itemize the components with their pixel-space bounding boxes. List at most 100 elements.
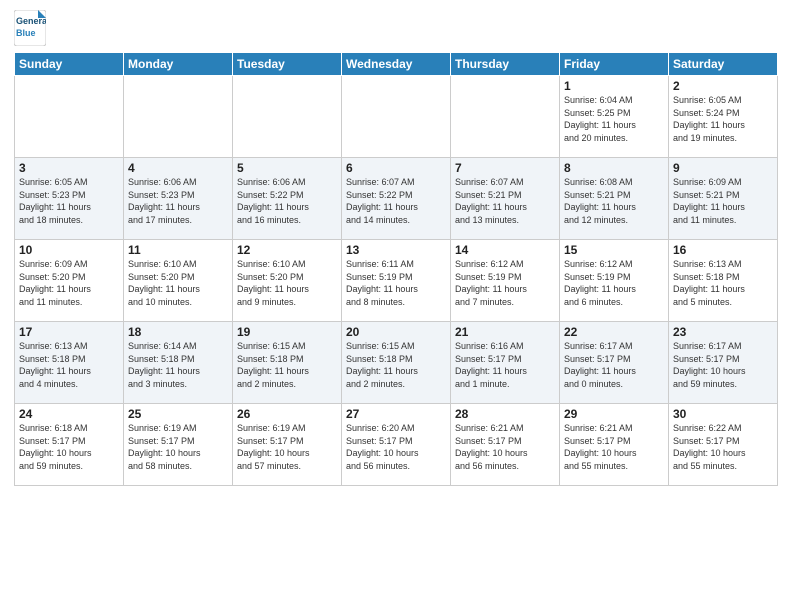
day-info: Sunrise: 6:10 AM Sunset: 5:20 PM Dayligh…: [128, 258, 228, 308]
col-header-saturday: Saturday: [669, 53, 778, 76]
day-info: Sunrise: 6:09 AM Sunset: 5:20 PM Dayligh…: [19, 258, 119, 308]
day-number: 10: [19, 243, 119, 257]
logo-icon: General Blue: [14, 10, 46, 46]
col-header-thursday: Thursday: [451, 53, 560, 76]
day-number: 14: [455, 243, 555, 257]
logo: General Blue: [14, 10, 46, 46]
calendar-cell: [342, 76, 451, 158]
calendar-week-row: 3Sunrise: 6:05 AM Sunset: 5:23 PM Daylig…: [15, 158, 778, 240]
day-number: 8: [564, 161, 664, 175]
day-number: 12: [237, 243, 337, 257]
day-info: Sunrise: 6:15 AM Sunset: 5:18 PM Dayligh…: [346, 340, 446, 390]
day-info: Sunrise: 6:09 AM Sunset: 5:21 PM Dayligh…: [673, 176, 773, 226]
logo-box: General Blue: [14, 10, 46, 46]
col-header-wednesday: Wednesday: [342, 53, 451, 76]
calendar-cell: 21Sunrise: 6:16 AM Sunset: 5:17 PM Dayli…: [451, 322, 560, 404]
calendar-cell: 9Sunrise: 6:09 AM Sunset: 5:21 PM Daylig…: [669, 158, 778, 240]
day-number: 1: [564, 79, 664, 93]
calendar-cell: 8Sunrise: 6:08 AM Sunset: 5:21 PM Daylig…: [560, 158, 669, 240]
day-number: 21: [455, 325, 555, 339]
calendar-cell: 23Sunrise: 6:17 AM Sunset: 5:17 PM Dayli…: [669, 322, 778, 404]
calendar-cell: 13Sunrise: 6:11 AM Sunset: 5:19 PM Dayli…: [342, 240, 451, 322]
day-info: Sunrise: 6:11 AM Sunset: 5:19 PM Dayligh…: [346, 258, 446, 308]
day-info: Sunrise: 6:19 AM Sunset: 5:17 PM Dayligh…: [128, 422, 228, 472]
day-info: Sunrise: 6:13 AM Sunset: 5:18 PM Dayligh…: [673, 258, 773, 308]
calendar-cell: 3Sunrise: 6:05 AM Sunset: 5:23 PM Daylig…: [15, 158, 124, 240]
day-number: 30: [673, 407, 773, 421]
day-number: 15: [564, 243, 664, 257]
day-info: Sunrise: 6:21 AM Sunset: 5:17 PM Dayligh…: [564, 422, 664, 472]
day-info: Sunrise: 6:21 AM Sunset: 5:17 PM Dayligh…: [455, 422, 555, 472]
col-header-friday: Friday: [560, 53, 669, 76]
day-number: 18: [128, 325, 228, 339]
day-info: Sunrise: 6:19 AM Sunset: 5:17 PM Dayligh…: [237, 422, 337, 472]
calendar-cell: 20Sunrise: 6:15 AM Sunset: 5:18 PM Dayli…: [342, 322, 451, 404]
calendar-cell: 7Sunrise: 6:07 AM Sunset: 5:21 PM Daylig…: [451, 158, 560, 240]
page: General Blue SundayMondayTuesdayWednesda…: [0, 0, 792, 494]
calendar-week-row: 17Sunrise: 6:13 AM Sunset: 5:18 PM Dayli…: [15, 322, 778, 404]
day-number: 4: [128, 161, 228, 175]
day-info: Sunrise: 6:10 AM Sunset: 5:20 PM Dayligh…: [237, 258, 337, 308]
day-info: Sunrise: 6:08 AM Sunset: 5:21 PM Dayligh…: [564, 176, 664, 226]
day-info: Sunrise: 6:07 AM Sunset: 5:22 PM Dayligh…: [346, 176, 446, 226]
calendar-cell: 26Sunrise: 6:19 AM Sunset: 5:17 PM Dayli…: [233, 404, 342, 486]
calendar-cell: [15, 76, 124, 158]
day-info: Sunrise: 6:17 AM Sunset: 5:17 PM Dayligh…: [673, 340, 773, 390]
calendar-cell: 24Sunrise: 6:18 AM Sunset: 5:17 PM Dayli…: [15, 404, 124, 486]
calendar-week-row: 1Sunrise: 6:04 AM Sunset: 5:25 PM Daylig…: [15, 76, 778, 158]
day-info: Sunrise: 6:05 AM Sunset: 5:24 PM Dayligh…: [673, 94, 773, 144]
calendar-cell: 17Sunrise: 6:13 AM Sunset: 5:18 PM Dayli…: [15, 322, 124, 404]
day-number: 20: [346, 325, 446, 339]
day-number: 19: [237, 325, 337, 339]
header: General Blue: [14, 10, 778, 46]
day-info: Sunrise: 6:18 AM Sunset: 5:17 PM Dayligh…: [19, 422, 119, 472]
calendar-cell: [233, 76, 342, 158]
calendar-cell: 11Sunrise: 6:10 AM Sunset: 5:20 PM Dayli…: [124, 240, 233, 322]
calendar-cell: 14Sunrise: 6:12 AM Sunset: 5:19 PM Dayli…: [451, 240, 560, 322]
col-header-sunday: Sunday: [15, 53, 124, 76]
day-number: 28: [455, 407, 555, 421]
day-info: Sunrise: 6:05 AM Sunset: 5:23 PM Dayligh…: [19, 176, 119, 226]
day-number: 23: [673, 325, 773, 339]
day-number: 26: [237, 407, 337, 421]
day-info: Sunrise: 6:12 AM Sunset: 5:19 PM Dayligh…: [564, 258, 664, 308]
calendar-cell: 12Sunrise: 6:10 AM Sunset: 5:20 PM Dayli…: [233, 240, 342, 322]
col-header-monday: Monday: [124, 53, 233, 76]
calendar-cell: 2Sunrise: 6:05 AM Sunset: 5:24 PM Daylig…: [669, 76, 778, 158]
calendar-week-row: 24Sunrise: 6:18 AM Sunset: 5:17 PM Dayli…: [15, 404, 778, 486]
day-number: 16: [673, 243, 773, 257]
day-number: 27: [346, 407, 446, 421]
day-number: 22: [564, 325, 664, 339]
day-number: 5: [237, 161, 337, 175]
calendar-cell: 4Sunrise: 6:06 AM Sunset: 5:23 PM Daylig…: [124, 158, 233, 240]
day-info: Sunrise: 6:15 AM Sunset: 5:18 PM Dayligh…: [237, 340, 337, 390]
calendar-cell: 15Sunrise: 6:12 AM Sunset: 5:19 PM Dayli…: [560, 240, 669, 322]
day-info: Sunrise: 6:20 AM Sunset: 5:17 PM Dayligh…: [346, 422, 446, 472]
calendar-cell: 30Sunrise: 6:22 AM Sunset: 5:17 PM Dayli…: [669, 404, 778, 486]
calendar-cell: 18Sunrise: 6:14 AM Sunset: 5:18 PM Dayli…: [124, 322, 233, 404]
calendar-cell: 16Sunrise: 6:13 AM Sunset: 5:18 PM Dayli…: [669, 240, 778, 322]
calendar-cell: 1Sunrise: 6:04 AM Sunset: 5:25 PM Daylig…: [560, 76, 669, 158]
day-info: Sunrise: 6:13 AM Sunset: 5:18 PM Dayligh…: [19, 340, 119, 390]
calendar-header-row: SundayMondayTuesdayWednesdayThursdayFrid…: [15, 53, 778, 76]
day-info: Sunrise: 6:17 AM Sunset: 5:17 PM Dayligh…: [564, 340, 664, 390]
day-info: Sunrise: 6:06 AM Sunset: 5:22 PM Dayligh…: [237, 176, 337, 226]
day-number: 3: [19, 161, 119, 175]
day-number: 13: [346, 243, 446, 257]
calendar-cell: [451, 76, 560, 158]
calendar-cell: 28Sunrise: 6:21 AM Sunset: 5:17 PM Dayli…: [451, 404, 560, 486]
day-info: Sunrise: 6:22 AM Sunset: 5:17 PM Dayligh…: [673, 422, 773, 472]
svg-text:Blue: Blue: [16, 28, 36, 38]
calendar-cell: 10Sunrise: 6:09 AM Sunset: 5:20 PM Dayli…: [15, 240, 124, 322]
day-number: 11: [128, 243, 228, 257]
day-number: 25: [128, 407, 228, 421]
day-info: Sunrise: 6:04 AM Sunset: 5:25 PM Dayligh…: [564, 94, 664, 144]
calendar-table: SundayMondayTuesdayWednesdayThursdayFrid…: [14, 52, 778, 486]
calendar-cell: 5Sunrise: 6:06 AM Sunset: 5:22 PM Daylig…: [233, 158, 342, 240]
day-info: Sunrise: 6:14 AM Sunset: 5:18 PM Dayligh…: [128, 340, 228, 390]
day-number: 7: [455, 161, 555, 175]
day-info: Sunrise: 6:12 AM Sunset: 5:19 PM Dayligh…: [455, 258, 555, 308]
day-number: 6: [346, 161, 446, 175]
calendar-cell: 22Sunrise: 6:17 AM Sunset: 5:17 PM Dayli…: [560, 322, 669, 404]
day-number: 9: [673, 161, 773, 175]
